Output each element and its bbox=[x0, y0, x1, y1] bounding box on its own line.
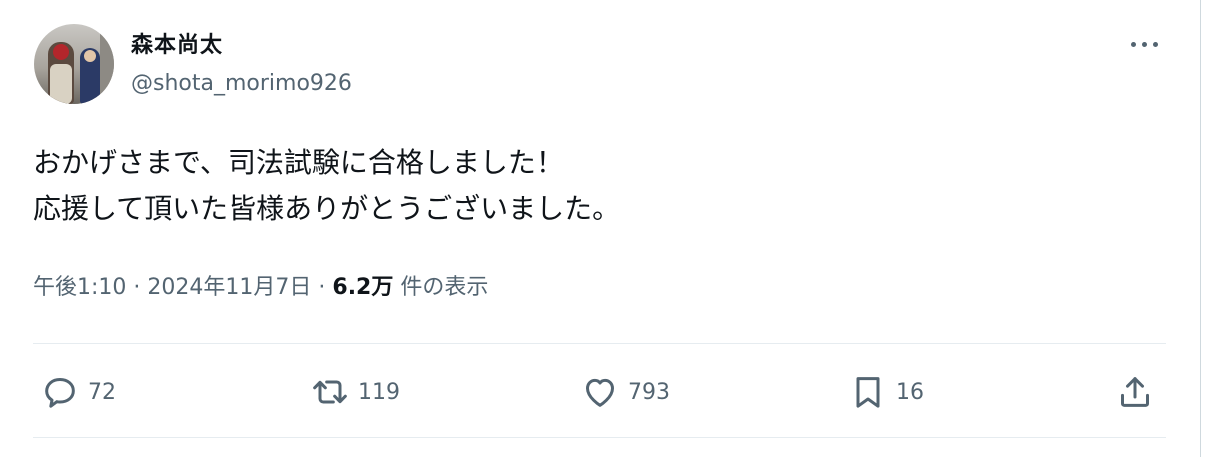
heart-icon bbox=[586, 378, 614, 407]
avatar-figure-person bbox=[80, 48, 100, 104]
bookmark-icon bbox=[856, 377, 880, 408]
reply-icon bbox=[45, 378, 75, 408]
more-options-icon[interactable] bbox=[1131, 34, 1161, 54]
tweet-text: おかげさまで、司法試験に合格しました！ 応援して頂いた皆様ありがとうございました… bbox=[33, 140, 620, 232]
retweet-button[interactable]: 119 bbox=[310, 370, 400, 414]
avatar-face bbox=[84, 50, 96, 62]
display-name[interactable]: 森本尚太 bbox=[131, 27, 223, 59]
bookmark-button[interactable]: 16 bbox=[848, 370, 924, 414]
avatar-background bbox=[100, 24, 114, 104]
tweet-line-2: 応援して頂いた皆様ありがとうございました。 bbox=[33, 192, 621, 225]
meta-separator: · bbox=[318, 275, 326, 300]
avatar-figure-costume bbox=[48, 42, 74, 104]
avatar-mask bbox=[53, 44, 69, 60]
retweet-count: 119 bbox=[358, 379, 400, 405]
tweet-line-1: おかげさまで、司法試験に合格しました！ bbox=[33, 146, 564, 179]
reply-count: 72 bbox=[88, 379, 116, 405]
tweet-card: 森本尚太 @shota_morimo926 おかげさまで、司法試験に合格しました… bbox=[0, 0, 1201, 457]
meta-separator: · bbox=[133, 275, 141, 300]
reply-button[interactable]: 72 bbox=[40, 370, 116, 414]
view-label: 件の表示 bbox=[400, 275, 489, 300]
tweet-meta: 午後1:10 · 2024年11月7日 · 6.2万 件の表示 bbox=[33, 269, 488, 301]
user-handle[interactable]: @shota_morimo926 bbox=[131, 71, 352, 96]
like-count: 793 bbox=[628, 379, 670, 405]
share-icon bbox=[1121, 377, 1149, 407]
tweet-time[interactable]: 午後1:10 bbox=[33, 275, 126, 300]
retweet-icon bbox=[313, 380, 347, 404]
avatar-robe bbox=[50, 64, 72, 104]
like-button[interactable]: 793 bbox=[580, 370, 670, 414]
tweet-date[interactable]: 2024年11月7日 bbox=[147, 275, 311, 300]
avatar[interactable] bbox=[34, 24, 114, 104]
bookmark-count: 16 bbox=[896, 379, 924, 405]
share-button[interactable] bbox=[1115, 370, 1155, 414]
view-count[interactable]: 6.2万 bbox=[332, 275, 393, 300]
scrollbar-track[interactable] bbox=[1201, 0, 1217, 457]
divider-top bbox=[33, 343, 1166, 344]
divider-bottom bbox=[33, 437, 1166, 438]
